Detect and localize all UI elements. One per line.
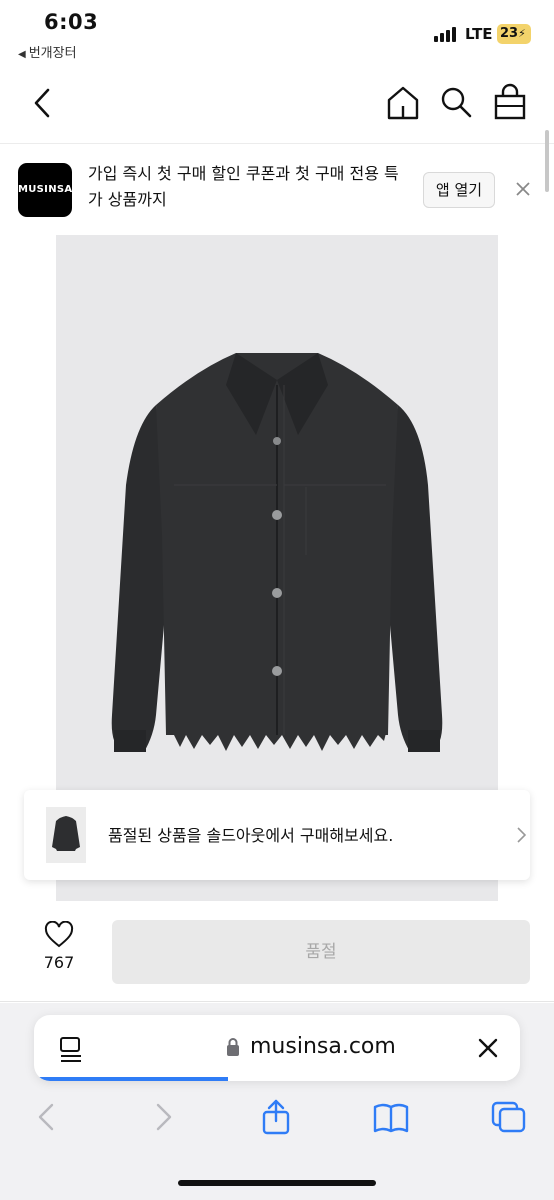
like-count: 767 xyxy=(43,953,75,972)
chevron-left-icon[interactable] xyxy=(28,86,58,120)
top-nav-bar xyxy=(0,62,554,144)
page-menu-icon[interactable] xyxy=(58,1035,84,1063)
bookmarks-icon[interactable] xyxy=(372,1099,412,1135)
close-icon[interactable] xyxy=(513,179,533,199)
close-icon[interactable] xyxy=(476,1036,500,1060)
share-icon[interactable] xyxy=(258,1099,298,1135)
url-text: musinsa.com xyxy=(250,1034,396,1059)
browser-toolbar: musinsa.com xyxy=(0,1003,554,1200)
banner-message: 가입 즉시 첫 구매 할인 쿠폰과 첫 구매 전용 특가 상품까지 xyxy=(88,164,399,209)
soldout-thumbnail xyxy=(46,807,86,863)
back-arrow-icon[interactable] xyxy=(30,1099,70,1135)
lock-icon xyxy=(227,1038,239,1056)
home-icon[interactable] xyxy=(385,84,421,122)
musinsa-logo: MUSINSA xyxy=(18,163,72,217)
open-app-button[interactable]: 앱 열기 xyxy=(423,172,495,208)
signal-icon xyxy=(434,26,460,42)
back-to-app-link[interactable]: ◀ 번개장터 xyxy=(18,42,77,61)
status-bar: 6:03 ◀ 번개장터 LTE 23⚡ xyxy=(0,0,554,62)
tabs-icon[interactable] xyxy=(490,1099,530,1135)
battery-icon: 23⚡ xyxy=(497,24,531,44)
forward-arrow-icon[interactable] xyxy=(146,1099,186,1135)
heart-icon xyxy=(44,921,74,948)
status-time: 6:03 xyxy=(44,10,99,34)
soldout-promo-text: 품절된 상품을 솔드아웃에서 구매해보세요. xyxy=(108,826,394,845)
address-bar[interactable]: musinsa.com xyxy=(34,1015,520,1081)
shopping-bag-icon[interactable] xyxy=(491,82,529,122)
home-indicator[interactable] xyxy=(178,1180,376,1186)
like-button[interactable]: 767 xyxy=(30,921,88,983)
back-triangle-icon: ◀ xyxy=(18,49,26,60)
soldout-buy-button[interactable]: 품절 xyxy=(112,920,530,984)
chevron-right-icon xyxy=(517,827,526,843)
scroll-indicator xyxy=(545,130,549,192)
page-load-progress xyxy=(34,1077,229,1081)
network-type: LTE xyxy=(465,25,493,43)
purchase-action-bar: 767 품절 xyxy=(0,901,554,1002)
app-install-banner: MUSINSA 가입 즉시 첫 구매 할인 쿠폰과 첫 구매 전용 특가 상품까… xyxy=(0,145,554,235)
battery-level: 23 xyxy=(500,26,519,41)
search-icon[interactable] xyxy=(438,84,474,120)
back-app-label: 번개장터 xyxy=(28,46,77,61)
soldout-promo-card[interactable]: 품절된 상품을 솔드아웃에서 구매해보세요. xyxy=(24,790,530,880)
